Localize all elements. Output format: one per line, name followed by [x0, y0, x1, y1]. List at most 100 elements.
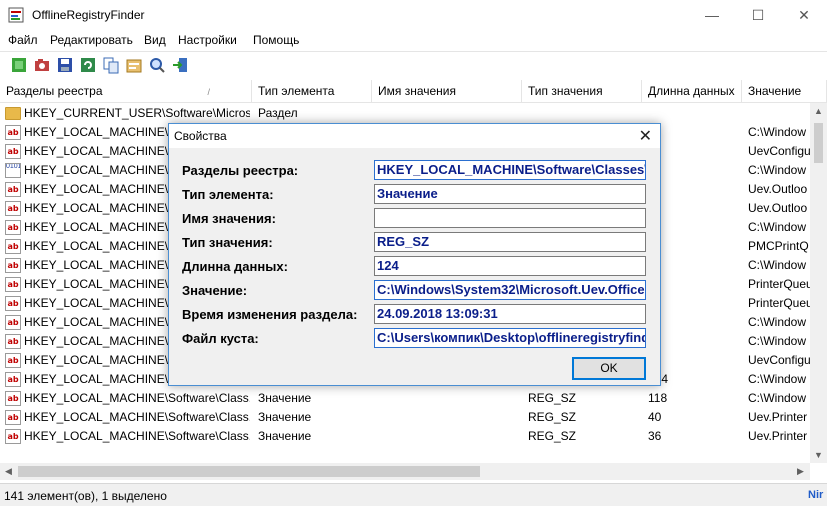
dialog-field-value[interactable]: C:\Users\компик\Desktop\offlineregistryf…: [374, 328, 646, 348]
cell-value: C:\Window: [748, 334, 807, 348]
dialog-field-value[interactable]: REG_SZ: [374, 232, 646, 252]
cell-length: 4: [648, 256, 738, 275]
cell-name: [378, 408, 518, 427]
string-value-icon: ab: [5, 258, 21, 273]
cell-key: HKEY_LOCAL_MACHINE\Software\Class...: [24, 429, 250, 443]
dialog-field-value[interactable]: 24.09.2018 13:09:31: [374, 304, 646, 324]
cell-value: PMCPrintQ: [748, 239, 809, 253]
column-header-value[interactable]: Значение: [742, 80, 827, 103]
menu-edit[interactable]: Редактировать: [50, 33, 133, 47]
string-value-icon: ab: [5, 125, 21, 140]
dialog-field-label: Тип элемента:: [182, 187, 274, 202]
cell-value-type: REG_SZ: [528, 391, 577, 405]
dialog-field-label: Разделы реестра:: [182, 163, 299, 178]
table-row[interactable]: abHKEY_LOCAL_MACHINE\Software\Class... Зн…: [0, 427, 827, 446]
cell-value-type: [528, 104, 638, 123]
cell-value: UevConfigu: [748, 353, 810, 367]
string-value-icon: ab: [5, 239, 21, 254]
cell-value: Uev.Outloo: [748, 201, 808, 215]
horizontal-scroll-thumb[interactable]: [18, 466, 480, 477]
string-value-icon: ab: [5, 277, 21, 292]
column-header-keys[interactable]: Разделы реестра /: [0, 80, 252, 103]
maximize-button[interactable]: ☐: [735, 0, 781, 30]
cell-value: PrinterQueu: [748, 296, 810, 310]
cell-length: [648, 142, 738, 161]
dialog-field-label: Длинна данных:: [182, 259, 288, 274]
cell-length: 4: [648, 313, 738, 332]
cell-length: 4: [648, 161, 738, 180]
cell-length: [648, 104, 738, 123]
cell-length: [648, 294, 738, 313]
cell-name: [378, 389, 518, 408]
string-value-icon: ab: [5, 296, 21, 311]
table-row[interactable]: abHKEY_LOCAL_MACHINE\Software\Class... Зн…: [0, 389, 827, 408]
horizontal-scrollbar[interactable]: ◀ ▶: [0, 463, 810, 480]
table-row[interactable]: abHKEY_LOCAL_MACHINE\Software\Class... Зн…: [0, 408, 827, 427]
cell-length: 36: [648, 429, 662, 443]
menu-help[interactable]: Помощь: [253, 33, 299, 47]
minimize-button[interactable]: —: [689, 0, 735, 30]
column-header-value-type[interactable]: Тип значения: [522, 80, 642, 103]
cell-length: [648, 199, 738, 218]
exit-icon[interactable]: [171, 56, 189, 74]
cell-length: [648, 351, 738, 370]
ok-button[interactable]: OK: [572, 357, 646, 380]
window-title: OfflineRegistryFinder: [32, 8, 145, 22]
cell-value: C:\Window: [748, 372, 807, 386]
dialog-field-label: Файл куста:: [182, 331, 259, 346]
find-icon[interactable]: [148, 56, 166, 74]
column-header-length[interactable]: Длинна данных: [642, 80, 742, 103]
string-value-icon: ab: [5, 334, 21, 349]
cell-length: [648, 237, 738, 256]
cell-type: Значение: [258, 429, 312, 443]
dialog-field-value[interactable]: [374, 208, 646, 228]
scroll-down-icon[interactable]: ▼: [814, 450, 823, 460]
column-header-label: Тип значения: [528, 84, 603, 98]
vertical-scroll-thumb[interactable]: [814, 123, 823, 163]
dialog-field-value[interactable]: Значение: [374, 184, 646, 204]
cell-key: HKEY_CURRENT_USER\Software\Microso...: [24, 106, 250, 120]
save-icon[interactable]: [56, 56, 74, 74]
dialog-field-value[interactable]: 124: [374, 256, 646, 276]
cell-length: 118: [648, 391, 668, 405]
cell-length: 40: [648, 410, 662, 424]
scroll-left-icon[interactable]: ◀: [5, 466, 12, 477]
dialog-field-value[interactable]: C:\Windows\System32\Microsoft.Uev.Office: [374, 280, 646, 300]
menu-settings[interactable]: Настройки: [178, 33, 237, 47]
column-header-type[interactable]: Тип элемента: [252, 80, 372, 103]
string-value-icon: ab: [5, 201, 21, 216]
column-header-label: Значение: [748, 84, 802, 98]
properties-icon[interactable]: [125, 56, 143, 74]
menu-view[interactable]: Вид: [144, 33, 166, 47]
cell-value: [748, 104, 810, 123]
string-value-icon: ab: [5, 429, 21, 444]
folder-icon: [5, 107, 21, 120]
cell-value: C:\Window: [748, 315, 807, 329]
cell-type: Раздел: [258, 106, 298, 120]
string-value-icon: ab: [5, 353, 21, 368]
column-header-label: Имя значения: [378, 84, 456, 98]
nirsoft-link[interactable]: Nir: [808, 489, 823, 501]
dialog-close-icon[interactable]: ✕: [639, 126, 652, 146]
cell-value: C:\Window: [748, 125, 807, 139]
dialog-title: Свойства: [174, 129, 227, 143]
vertical-scrollbar[interactable]: ▲ ▼: [810, 103, 827, 463]
properties-dialog: Свойства ✕ Разделы реестра: HKEY_LOCAL_MA…: [168, 123, 661, 386]
table-row[interactable]: HKEY_CURRENT_USER\Software\Microso... Раз…: [0, 104, 827, 123]
close-button[interactable]: ✕: [781, 0, 827, 30]
cell-length: [648, 275, 738, 294]
dialog-field-value[interactable]: HKEY_LOCAL_MACHINE\Software\Classes\: [374, 160, 646, 180]
scroll-up-icon[interactable]: ▲: [814, 106, 823, 116]
dialog-field-label: Время изменения раздела:: [182, 307, 358, 322]
scroll-right-icon[interactable]: ▶: [797, 466, 804, 477]
dialog-field-label: Тип значения:: [182, 235, 273, 250]
column-header-name[interactable]: Имя значения: [372, 80, 522, 103]
sort-indicator-icon: /: [207, 87, 211, 97]
dialog-title-bar: Свойства ✕: [169, 124, 660, 148]
camera-icon[interactable]: [33, 56, 51, 74]
copy-icon[interactable]: [102, 56, 120, 74]
refresh-icon[interactable]: [79, 56, 97, 74]
menu-file[interactable]: Файл: [8, 33, 38, 47]
new-icon[interactable]: [10, 56, 28, 74]
app-icon: [8, 7, 24, 23]
